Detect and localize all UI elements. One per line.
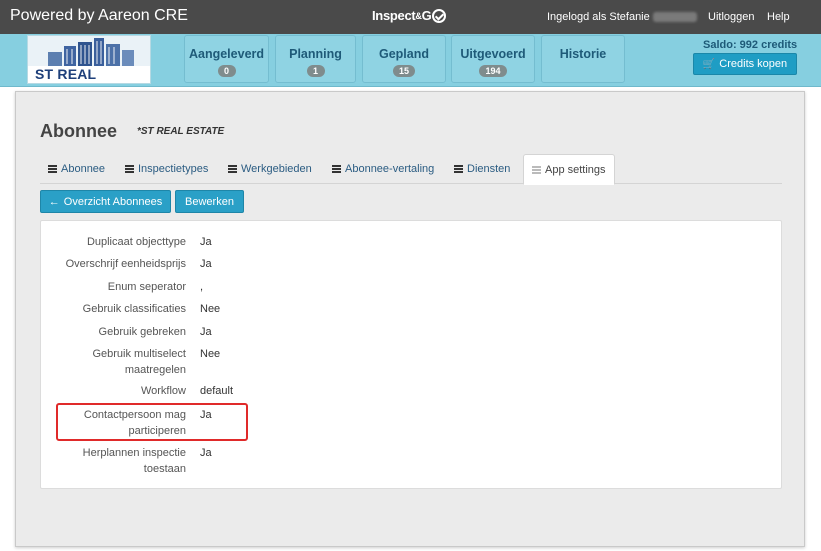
tab-inspectietypes[interactable]: Inspectietypes [117,154,216,184]
nav-tab-label: Uitgevoerd [460,47,526,61]
tab-label: Diensten [467,163,511,175]
setting-value: Ja [200,258,212,270]
nav-tab-label: Planning [289,47,342,61]
main-panel: Abonnee *ST REAL ESTATE Abonnee Inspecti… [15,91,805,547]
logout-link[interactable]: Uitloggen [708,11,754,23]
tab-app-settings[interactable]: App settings [523,154,615,185]
setting-label: Herplannen inspectie toestaan [41,445,186,477]
tab-abonnee[interactable]: Abonnee [40,154,113,184]
nav-tab-gepland[interactable]: Gepland 15 [362,35,446,83]
setting-label: Gebruik gebreken [41,324,186,340]
shopping-cart-icon: 🛒 [702,58,716,70]
nav-tab-aangeleverd[interactable]: Aangeleverd 0 [184,35,269,83]
overview-subscribers-button[interactable]: ← Overzicht Abonnees [40,190,171,213]
nav-tab-label: Gepland [378,47,429,61]
nav-tab-label: Aangeleverd [188,47,265,61]
logged-in-label: Ingelogd als Stefanie [547,11,697,23]
arrow-left-icon: ← [48,195,60,208]
company-logo[interactable]: ST REAL ESTATE [27,35,151,84]
nav-tab-uitgevoerd[interactable]: Uitgevoerd 194 [451,35,535,83]
buildings-icon [28,36,150,66]
main-navigation: ST REAL ESTATE Aangeleverd 0 Planning 1 … [0,34,821,87]
help-link[interactable]: Help [767,11,790,23]
tab-werkgebieden[interactable]: Werkgebieden [220,154,320,184]
setting-value: Nee [200,303,221,315]
list-icon [532,165,541,174]
tab-label: Werkgebieden [241,163,312,175]
setting-value: , [200,281,204,293]
tab-label: Abonnee [61,163,106,175]
setting-value: Ja [200,326,212,338]
list-icon [454,165,463,173]
edit-button[interactable]: Bewerken [175,190,244,213]
tab-label: Abonnee-vertaling [345,163,435,175]
credits-balance: Saldo: 992 credits [703,39,798,51]
setting-label: Gebruik classificaties [41,301,186,317]
setting-value: Nee [200,348,221,360]
logo-text-inspect: Inspect [372,8,416,23]
tab-label: Inspectietypes [138,163,209,175]
setting-label-line: Overschrijf eenheidsprijs [65,258,186,270]
setting-value: Ja [200,447,212,459]
setting-label: Duplicaat objecttype [41,234,186,250]
logo-text-g: G [421,8,432,23]
setting-label-line: maatregelen [124,364,186,376]
list-icon [332,165,341,173]
setting-label: Enum seperator [41,279,186,295]
count-badge: 15 [392,65,415,77]
settings-list: Duplicaat objecttype Ja Overschrijf eenh… [40,220,782,489]
setting-label: Workflow [41,383,186,399]
setting-label-line: Herplannen inspectie [82,447,186,459]
setting-label: Gebruik multiselect maatregelen [41,346,186,378]
setting-label-line: Enum seperator [107,281,186,293]
buy-credits-button[interactable]: 🛒 Credits kopen [693,53,797,75]
tab-diensten[interactable]: Diensten [446,154,518,184]
overview-button-label: Overzicht Abonnees [63,195,163,208]
setting-label-line: Gebruik classificaties [82,303,186,315]
top-bar: Powered by Aareon CRE Inspect & G Ingelogd… [0,0,821,34]
logged-in-text: Ingelogd als Stefanie [547,11,650,23]
brand-text: Powered by Aareon CRE [10,7,188,24]
setting-label-line: toestaan [143,463,186,475]
count-badge: 1 [306,65,325,77]
tab-label: App settings [545,163,606,176]
setting-label-line: Gebruik gebreken [98,326,186,338]
nav-tab-planning[interactable]: Planning 1 [275,35,356,83]
subscriber-tabs: Abonnee Inspectietypes Werkgebieden Abon… [40,154,782,185]
nav-tab-label: Historie [559,47,607,61]
tab-abonnee-vertaling[interactable]: Abonnee-vertaling [324,154,442,184]
setting-label-line: Duplicaat objecttype [86,236,186,248]
page-subtitle: *ST REAL ESTATE [137,126,225,137]
page-title: Abonnee [40,121,118,141]
company-logo-text: ST REAL ESTATE [35,66,97,83]
setting-label-line: Gebruik multiselect [92,348,186,360]
list-icon [228,165,237,173]
list-icon [48,165,57,173]
list-icon [125,165,134,173]
check-circle-icon [432,8,447,23]
count-badge: 194 [479,65,507,77]
count-badge: 0 [217,65,236,77]
setting-value: Ja [200,236,212,248]
inspect-and-go-logo: Inspect & G [372,8,447,23]
setting-label-line: Workflow [140,385,186,397]
setting-value: default [200,385,234,397]
highlight-box [56,403,248,441]
buy-credits-label: Credits kopen [719,58,788,70]
setting-label: Overschrijf eenheidsprijs [41,256,186,272]
nav-tab-historie[interactable]: Historie [541,35,625,83]
redacted-username [652,12,697,23]
